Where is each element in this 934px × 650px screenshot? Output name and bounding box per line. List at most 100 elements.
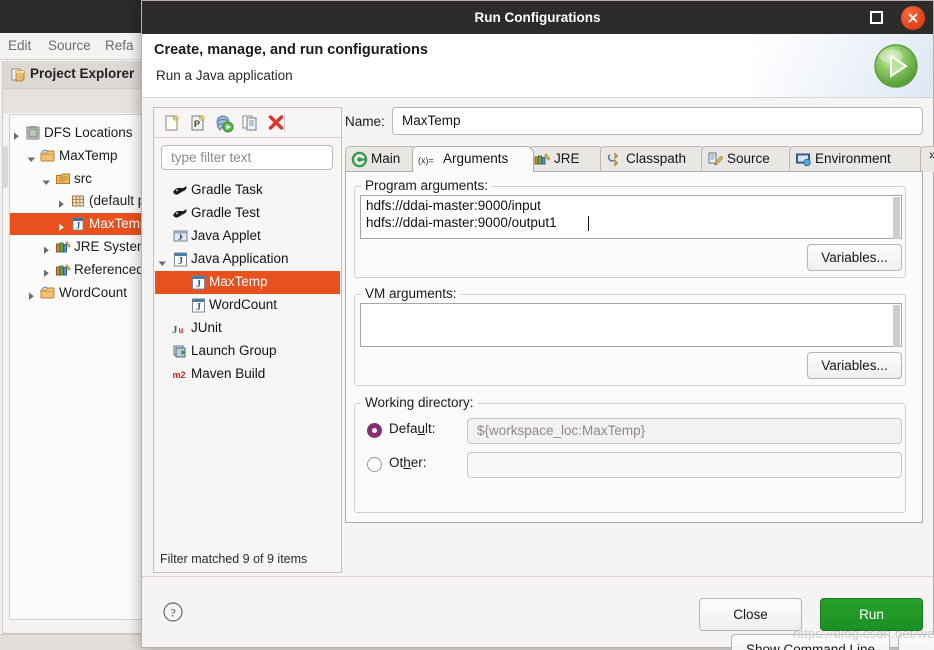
chevron-down-icon[interactable] (158, 256, 167, 266)
project-tree-item[interactable]: WordCount (10, 282, 144, 304)
chevron-right-icon[interactable] (57, 220, 66, 232)
name-input[interactable]: MaxTemp (392, 107, 923, 135)
maximize-icon[interactable] (870, 11, 883, 24)
name-row: Name: MaxTemp (345, 107, 923, 137)
program-arguments-scrollbar[interactable] (893, 197, 900, 239)
chevron-down-icon[interactable] (42, 175, 51, 185)
radio-default-label: Default: (389, 421, 436, 436)
project-tree-item-label: MaxTemp (59, 147, 118, 163)
vm-arguments-scrollbar[interactable] (893, 305, 900, 347)
configurations-tree[interactable]: Gradle Task Gradle Test J Java Applet J Java … (155, 176, 340, 551)
configurations-toolbar: P (154, 108, 341, 138)
vm-arguments-textarea[interactable] (360, 303, 902, 347)
working-dir-default-input[interactable]: ${workspace_loc:MaxTemp} (467, 418, 902, 444)
chevron-right-icon[interactable] (42, 266, 51, 277)
tab-main[interactable]: Main (345, 146, 419, 172)
configuration-item[interactable]: J Java Applet (155, 225, 340, 248)
project-explorer-icon (11, 67, 26, 82)
project-explorer-scrollbar[interactable] (3, 146, 8, 188)
menu-refactor[interactable]: Refa (105, 38, 134, 53)
project-folder-icon (40, 148, 56, 164)
arguments-tab-icon: (x)= (418, 151, 440, 168)
program-arguments-group: Program arguments: hdfs://ddai-master:90… (354, 178, 906, 278)
gradle-icon (172, 205, 189, 222)
project-tree-item-label: DFS Locations (44, 125, 133, 140)
arguments-tab-panel: Program arguments: hdfs://ddai-master:90… (345, 171, 923, 523)
svg-text:?: ? (170, 606, 175, 620)
package-icon (70, 193, 86, 209)
radio-default[interactable] (367, 423, 382, 438)
working-dir-default-radio-row[interactable]: Default: (367, 418, 457, 444)
project-tree-item[interactable]: MaxTemp (10, 145, 144, 167)
menu-edit[interactable]: Edit (8, 38, 31, 53)
working-dir-other-radio-row[interactable]: Other: (367, 452, 457, 478)
project-tree-item[interactable]: src (10, 168, 144, 190)
filter-input[interactable]: type filter text (161, 145, 333, 170)
name-label: Name: (345, 114, 385, 129)
configuration-item-label: Java Applet (191, 228, 261, 243)
environment-tab-icon (795, 151, 812, 168)
project-tree-item[interactable]: DFS Locations (10, 122, 144, 144)
tab-classpath[interactable]: Classpath (600, 146, 707, 172)
help-icon[interactable]: ? (162, 601, 184, 623)
configuration-item[interactable]: Gradle Test (155, 202, 340, 225)
export-configuration-icon[interactable] (214, 113, 234, 133)
tab-environment[interactable]: Environment (789, 146, 926, 172)
program-arguments-variables-button[interactable]: Variables... (807, 244, 902, 271)
vm-arguments-variables-button[interactable]: Variables... (807, 352, 902, 379)
tab-label: JRE (554, 151, 580, 166)
working-dir-other-input[interactable] (467, 452, 902, 478)
configuration-item[interactable]: Launch Group (155, 340, 340, 363)
new-configuration-icon[interactable] (162, 113, 182, 133)
chevron-right-icon[interactable] (57, 197, 66, 209)
configuration-item[interactable]: J MaxTemp (155, 271, 340, 294)
dialog-titlebar: Run Configurations (142, 1, 933, 34)
program-arguments-textarea[interactable]: hdfs://ddai-master:9000/input hdfs://dda… (360, 195, 902, 239)
delete-configuration-icon[interactable] (266, 113, 286, 133)
project-tree-item[interactable]: Referenced (10, 259, 144, 281)
project-explorer-view: Project Explorer DFS Locations MaxTemp src… (2, 61, 146, 634)
configuration-item-label: MaxTemp (209, 274, 268, 289)
configuration-item[interactable]: m2 Maven Build (155, 363, 340, 386)
configuration-item[interactable]: J WordCount (155, 294, 340, 317)
close-button[interactable]: Close (699, 598, 802, 631)
radio-other[interactable] (367, 457, 382, 472)
configuration-item-label: Java Application (191, 251, 289, 266)
duplicate-configuration-icon[interactable] (240, 113, 260, 133)
configuration-item[interactable]: J Java Application (155, 248, 340, 271)
name-value: MaxTemp (402, 113, 461, 128)
tab-label: Classpath (626, 151, 687, 166)
source-folder-icon (55, 171, 71, 187)
run-button[interactable]: Run (820, 598, 923, 631)
chevron-right-icon[interactable] (12, 129, 21, 140)
configuration-item[interactable]: Ju JUnit (155, 317, 340, 340)
close-icon[interactable] (901, 6, 925, 30)
tab-jre[interactable]: JRE (528, 146, 606, 172)
program-arg-line-2: hdfs://ddai-master:9000/output1 (366, 215, 557, 230)
project-tree[interactable]: DFS Locations MaxTemp src (default p J MaxTem… (9, 114, 145, 620)
project-explorer-tab[interactable]: Project Explorer (3, 61, 146, 89)
dialog-heading: Create, manage, and run configurations (154, 42, 428, 58)
chevron-right-icon[interactable] (42, 243, 51, 254)
vm-arguments-label: VM arguments: (361, 286, 461, 301)
configuration-item[interactable]: Gradle Task (155, 179, 340, 202)
tab-overflow-indicator[interactable]: »2 (920, 146, 934, 172)
project-tree-item[interactable]: JRE System (10, 236, 145, 258)
dialog-divider (142, 576, 933, 577)
tab-arguments[interactable]: (x)= Arguments (412, 146, 534, 172)
configuration-item-label: Gradle Task (191, 182, 263, 197)
project-explorer-toolbar (3, 89, 146, 113)
dialog-title: Run Configurations (474, 10, 601, 25)
run-configurations-dialog: Run Configurations Create, manage, and r… (141, 0, 934, 650)
new-prototype-icon[interactable]: P (188, 113, 208, 133)
chevron-down-icon[interactable] (27, 152, 36, 162)
chevron-right-icon[interactable] (27, 289, 36, 300)
tab-source[interactable]: Source (701, 146, 795, 172)
svg-text:J: J (196, 302, 201, 313)
project-tree-item[interactable]: J MaxTemp (10, 213, 144, 236)
menu-source[interactable]: Source (48, 38, 91, 53)
junit-icon: Ju (172, 320, 189, 337)
project-tree-item-label: JRE System (74, 239, 145, 254)
project-tree-item[interactable]: (default p (10, 190, 144, 212)
library-icon (55, 262, 71, 278)
